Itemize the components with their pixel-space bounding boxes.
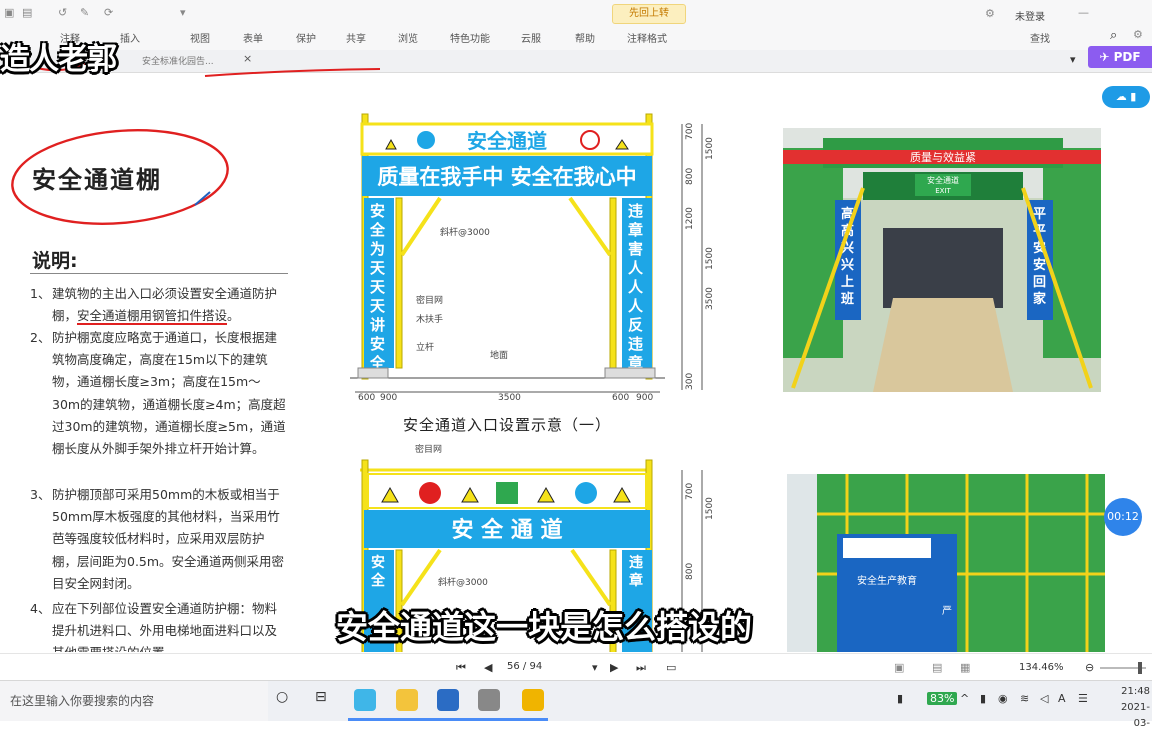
first-page-icon[interactable]: ⏮	[456, 661, 466, 675]
no-smoking-icon	[580, 130, 600, 150]
zoom-out-icon[interactable]: ⊖	[1085, 661, 1094, 674]
description-item-1: 1、 建筑物的主出入口必须设置安全通道防护棚，安全通道棚用钢管扣件搭设。	[30, 286, 278, 326]
page-navigation-bar: ⏮ ◀ 56 / 94 ▾ ▶ ⏭ ▭ ▣ ▤ ▦ 134.46% ⊖	[0, 653, 1152, 681]
browser-icon[interactable]	[354, 689, 376, 711]
zoom-slider-handle[interactable]	[1138, 662, 1142, 674]
taskbar-search-input[interactable]: 在这里输入你要搜索的内容	[10, 692, 154, 709]
helmet-icon	[575, 482, 597, 504]
right-column-text: 违章害人 人人反违章	[628, 202, 644, 368]
left-inner-pole	[395, 197, 403, 369]
description-item-4: 4、 应在下列部位设置安全通道防护棚：物料提升机进料口、外用电梯地面进料口以及其…	[30, 601, 278, 652]
dim-label: 900	[380, 393, 397, 403]
slogan-text: 质量在我手中 安全在我心中	[377, 165, 636, 189]
photo-sign-sub: EXIT	[935, 187, 951, 195]
photo-banner-text: 质量与效益紧	[910, 150, 976, 164]
label-diagonal: 斜杆@3000	[438, 576, 488, 588]
dim-label: 600	[358, 393, 375, 403]
description-item-3: 3、 防护棚顶部可采用50mm的木板或相当于50mm厚木板强度的其他材料，当采用…	[30, 487, 285, 591]
video-subtitle: 安全通道这一块是怎么搭设的	[336, 608, 753, 646]
dim-label: 800	[685, 168, 695, 185]
photo-sign-text: 安全通道	[927, 175, 959, 185]
right-column-text: 违章	[629, 555, 643, 589]
view-mode-icon[interactable]: ▣	[894, 661, 904, 674]
network-icon[interactable]: ▮	[897, 692, 903, 705]
label-mesh-top: 密目网	[415, 443, 442, 455]
dim-label: 700	[685, 483, 695, 500]
view-mode-icon[interactable]: ▦	[960, 661, 970, 674]
next-page-icon[interactable]: ▶	[610, 661, 618, 674]
gate-diagram-1: 安全通道 质量在我手中 安全在我心中 安全为天 天天讲安全 违章害人 人人反违章…	[350, 113, 715, 403]
label-handrail: 木扶手	[416, 313, 443, 325]
label-ground: 地面	[490, 349, 508, 361]
no-entry-icon	[419, 482, 441, 504]
dim-label: 300	[685, 373, 695, 390]
header-text: 安全通道	[467, 129, 547, 153]
label-mesh: 密目网	[416, 294, 443, 306]
last-page-icon[interactable]: ⏭	[636, 661, 646, 675]
dim-label: 3500	[705, 287, 715, 310]
dim-label: 1500	[705, 247, 715, 270]
volume-icon[interactable]: ◁	[1040, 692, 1048, 705]
page-title: 安全通道棚	[32, 166, 162, 194]
right-brace	[570, 548, 612, 607]
left-brace	[400, 196, 442, 257]
dim-label: 1200	[685, 207, 695, 230]
label-diagonal: 斜杆@3000	[440, 226, 490, 238]
file-explorer-icon[interactable]	[396, 689, 418, 711]
dim-label: 3500	[498, 393, 521, 403]
ime-mode-icon[interactable]: ☰	[1078, 692, 1088, 705]
dim-label: 900	[636, 393, 653, 403]
windows-taskbar: 在这里输入你要搜索的内容 ○ ⊟ ▮ 83% ^ ▮ ◉ ≋ ◁ A ☰ 21:…	[0, 680, 1152, 729]
helmet-icon	[417, 131, 435, 149]
left-column-text: 安全为天 天天讲安全	[370, 202, 386, 368]
taskbar-search[interactable]: 在这里输入你要搜索的内容	[0, 681, 268, 721]
header-text: 安 全 通 道	[452, 517, 563, 543]
app-icon[interactable]	[522, 689, 544, 711]
prev-page-icon[interactable]: ◀	[484, 661, 492, 674]
recording-timer[interactable]: 00:12	[1104, 498, 1142, 536]
word-icon[interactable]	[437, 689, 459, 711]
diagram-caption: 安全通道入口设置示意（一）	[403, 416, 612, 434]
description-item-2: 2、 防护棚宽度应略宽于通道口，长度根据建筑物高度确定，高度在15m以下的建筑物…	[30, 330, 286, 457]
site-photo-1: 质量与效益紧 安全通道 EXIT 高高兴兴上班 平平安安回家	[783, 128, 1101, 392]
wifi-icon[interactable]: ≋	[1020, 692, 1029, 705]
left-base	[357, 367, 389, 379]
battery-indicator[interactable]: 83%	[927, 692, 958, 705]
left-brace	[400, 548, 442, 607]
mic-icon[interactable]: ▮	[980, 692, 986, 705]
dim-label: 700	[685, 123, 695, 140]
site-photo-2: 安全生产教育 严	[787, 474, 1105, 652]
photo2-side-text: 严	[942, 605, 952, 617]
dim-label: 600	[612, 393, 629, 403]
highlighted-text: 安全通道棚用钢管扣件搭设	[77, 308, 228, 326]
cortana-icon[interactable]: ○	[276, 689, 288, 705]
label-pole: 立杆	[416, 341, 434, 353]
show-hidden-icons-icon[interactable]: ^	[960, 692, 969, 705]
right-inner-pole	[609, 197, 617, 369]
page-view-icon[interactable]: ▭	[666, 661, 676, 674]
photo2-sign-text: 安全生产教育	[857, 574, 917, 587]
system-clock[interactable]: 21:48 2021-03-	[1112, 684, 1150, 732]
page-dropdown-icon[interactable]: ▾	[592, 661, 598, 674]
dim-label: 1500	[705, 137, 715, 160]
right-base	[604, 367, 656, 379]
media-icon[interactable]	[478, 689, 500, 711]
task-view-icon[interactable]: ⊟	[315, 689, 327, 705]
heading-divider	[30, 273, 288, 274]
exit-icon	[496, 482, 518, 504]
channel-watermark: 造人老郭	[0, 42, 117, 77]
qq-icon[interactable]: ◉	[998, 692, 1008, 705]
page-indicator[interactable]: 56 / 94	[507, 661, 542, 672]
left-column-text: 安全	[371, 555, 385, 589]
zoom-level[interactable]: 134.46%	[1019, 662, 1064, 673]
dim-label: 800	[685, 563, 695, 580]
view-mode-icon[interactable]: ▤	[932, 661, 942, 674]
description-heading: 说明:	[32, 250, 78, 272]
ime-icon[interactable]: A	[1058, 692, 1066, 705]
dim-label: 1500	[705, 497, 715, 520]
right-brace	[568, 196, 612, 257]
